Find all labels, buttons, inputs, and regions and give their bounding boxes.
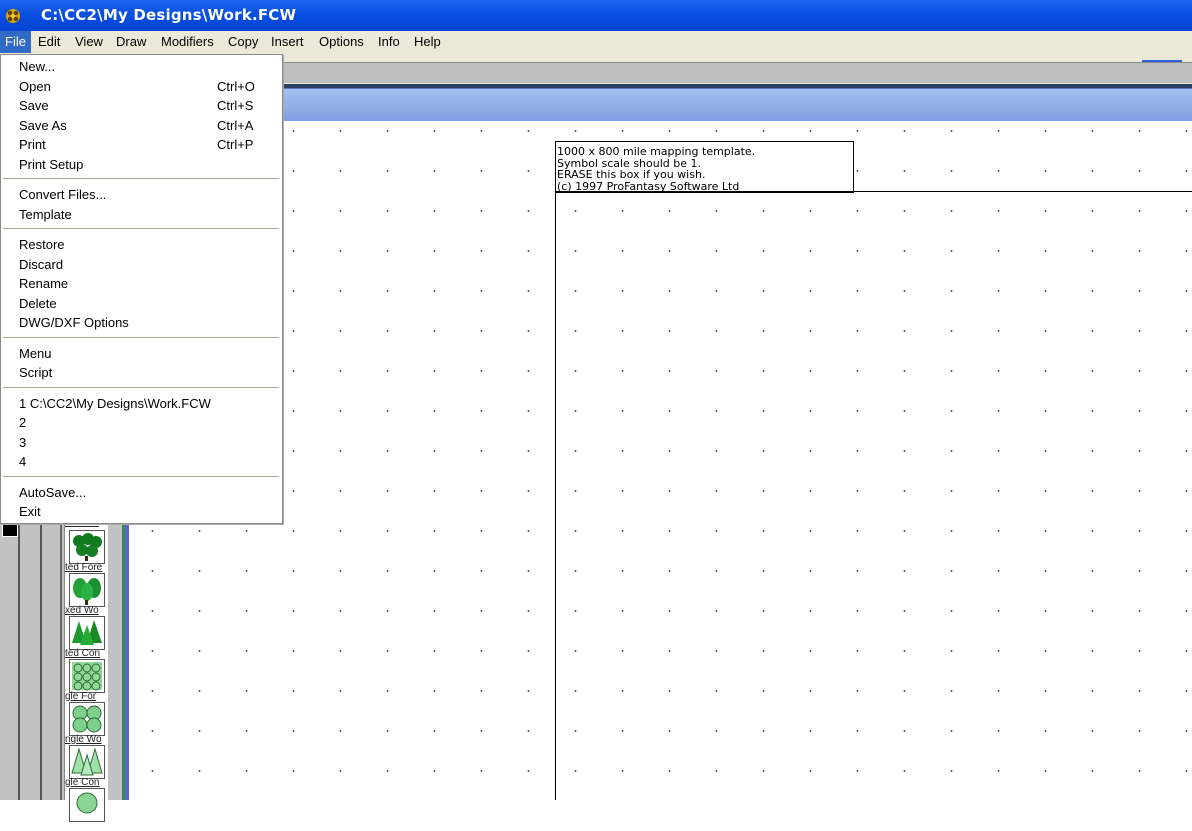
file-menu-item-delete[interactable]: Delete bbox=[1, 294, 282, 313]
file-menu-item-2[interactable]: 2 bbox=[1, 413, 282, 432]
menu-item-shortcut: Ctrl+O bbox=[217, 78, 255, 94]
menu-item-label: Template bbox=[19, 206, 72, 222]
menu-item-label: Convert Files... bbox=[19, 187, 107, 202]
symbol-label: gle For bbox=[65, 691, 97, 702]
symbol-palette: le Fill Li ted Fore xed Wo ted Con bbox=[64, 515, 108, 822]
file-menu-item-dwg-dxf-options[interactable]: DWG/DXF Options bbox=[1, 313, 282, 332]
file-menu-item-print-setup[interactable]: Print Setup bbox=[1, 155, 282, 174]
file-menu-item-restore[interactable]: Restore bbox=[1, 235, 282, 254]
file-menu-item-rename[interactable]: Rename bbox=[1, 274, 282, 293]
symbol-label: ngle Wo bbox=[65, 734, 102, 745]
window-title: C:\CC2\My Designs\Work.FCW bbox=[41, 6, 297, 24]
menu-item-label: Save As bbox=[19, 117, 67, 133]
menu-item-shortcut: Ctrl+P bbox=[217, 137, 254, 152]
menu-separator bbox=[3, 336, 279, 338]
title-bar: C:\CC2\My Designs\Work.FCW bbox=[0, 0, 1192, 31]
menu-options[interactable]: Options bbox=[314, 31, 369, 53]
template-note-line: ERASE this box if you wish. bbox=[557, 168, 706, 181]
file-menu-item-new[interactable]: New... bbox=[1, 57, 282, 76]
menu-item-label: Open bbox=[19, 78, 51, 94]
menu-separator bbox=[3, 475, 279, 477]
symbol-forest[interactable] bbox=[65, 788, 108, 831]
file-menu-item-1-c-cc2-my-designs-work-fcw[interactable]: 1 C:\CC2\My Designs\Work.FCW bbox=[1, 394, 282, 413]
symbol-jungle-forest[interactable]: gle For bbox=[65, 659, 108, 702]
conifer-forest-icon bbox=[69, 616, 105, 650]
menu-insert[interactable]: Insert bbox=[266, 31, 309, 53]
file-menu-item-autosave[interactable]: AutoSave... bbox=[1, 483, 282, 502]
symbol-jungle-conifer[interactable]: gle Con bbox=[65, 745, 108, 788]
menu-info[interactable]: Info bbox=[373, 31, 405, 53]
symbol-conifer-forest[interactable]: ted Con bbox=[65, 616, 108, 659]
menu-item-label: 1 C:\CC2\My Designs\Work.FCW bbox=[19, 395, 211, 411]
file-menu-item-exit[interactable]: Exit bbox=[1, 502, 282, 521]
menu-edit[interactable]: Edit bbox=[33, 31, 65, 53]
menu-item-label: 2 bbox=[19, 415, 27, 430]
forest-symbol-icon bbox=[69, 788, 105, 822]
menu-item-shortcut: Ctrl+A bbox=[217, 117, 254, 133]
menu-separator bbox=[3, 178, 279, 179]
menu-separator bbox=[3, 386, 279, 388]
menu-item-label: Delete bbox=[19, 295, 57, 311]
menu-item-label: Rename bbox=[19, 276, 69, 291]
file-menu-dropdown: New... Open Ctrl+O Save Ctrl+S Save As Ctrl+A P… bbox=[0, 54, 283, 524]
file-menu-item-convert-files[interactable]: Convert Files... bbox=[1, 185, 282, 204]
jungle-conifer-icon bbox=[69, 745, 105, 779]
symbol-dense-forest[interactable]: ted Fore bbox=[65, 530, 108, 573]
file-menu-item-4[interactable]: 4 bbox=[1, 452, 282, 471]
map-border bbox=[555, 191, 1192, 192]
mixed-woods-icon bbox=[69, 573, 105, 607]
menu-item-label: Discard bbox=[19, 256, 64, 272]
file-menu-item-save[interactable]: Save Ctrl+S bbox=[1, 96, 282, 115]
menu-item-label: Print Setup bbox=[19, 156, 84, 172]
jungle-woods-icon bbox=[69, 702, 105, 736]
menu-file[interactable]: File bbox=[0, 31, 31, 53]
template-note-line: 1000 x 800 mile mapping template. bbox=[557, 145, 756, 158]
file-menu-item-template[interactable]: Template bbox=[1, 205, 282, 224]
toolbar-strip bbox=[240, 60, 1192, 83]
menu-item-label: Print bbox=[19, 137, 46, 152]
menu-item-label: AutoSave... bbox=[19, 484, 87, 500]
template-note-box[interactable]: 1000 x 800 mile mapping template. Symbol… bbox=[555, 141, 854, 193]
symbol-label: ted Con bbox=[65, 648, 101, 659]
drawing-canvas[interactable] bbox=[129, 121, 1192, 800]
jungle-forest-icon bbox=[69, 659, 105, 693]
symbol-label: xed Wo bbox=[65, 605, 99, 616]
menu-item-label: DWG/DXF Options bbox=[19, 315, 129, 330]
gear-cluster-icon[interactable] bbox=[4, 7, 22, 25]
menu-view[interactable]: View bbox=[70, 31, 108, 53]
menu-copy[interactable]: Copy bbox=[223, 31, 263, 53]
menu-draw[interactable]: Draw bbox=[111, 31, 151, 53]
file-menu-item-save-as[interactable]: Save As Ctrl+A bbox=[1, 116, 282, 135]
menu-item-label: Save bbox=[19, 98, 49, 113]
menu-bar: File Edit View Draw Modifiers Copy Inser… bbox=[0, 31, 1192, 54]
map-border bbox=[555, 191, 556, 800]
file-menu-item-3[interactable]: 3 bbox=[1, 433, 282, 452]
symbol-mixed-woods[interactable]: xed Wo bbox=[65, 573, 108, 616]
menu-separator bbox=[3, 228, 279, 229]
file-menu-item-menu[interactable]: Menu bbox=[1, 344, 282, 363]
menu-item-label: 4 bbox=[19, 454, 27, 469]
file-menu-item-script[interactable]: Script bbox=[1, 363, 282, 382]
menu-modifiers[interactable]: Modifiers bbox=[156, 31, 219, 53]
symbol-jungle-woods[interactable]: ngle Wo bbox=[65, 702, 108, 745]
menu-help[interactable]: Help bbox=[409, 31, 446, 53]
file-menu-item-print[interactable]: Print Ctrl+P bbox=[1, 135, 282, 154]
file-menu-item-open[interactable]: Open Ctrl+O bbox=[1, 77, 282, 96]
menu-item-label: Exit bbox=[19, 504, 41, 519]
file-menu-item-discard[interactable]: Discard bbox=[1, 255, 282, 274]
menu-item-label: Restore bbox=[19, 237, 65, 252]
toolbar-marker bbox=[1142, 60, 1182, 62]
symbol-label: ted Fore bbox=[65, 562, 103, 573]
menu-item-label: 3 bbox=[19, 434, 27, 450]
menu-item-label: New... bbox=[19, 59, 56, 74]
dense-forest-icon bbox=[69, 530, 105, 564]
symbol-label: gle Con bbox=[65, 777, 100, 788]
menu-item-label: Menu bbox=[19, 345, 52, 361]
menu-item-shortcut: Ctrl+S bbox=[217, 98, 254, 113]
menu-item-label: Script bbox=[19, 365, 53, 380]
